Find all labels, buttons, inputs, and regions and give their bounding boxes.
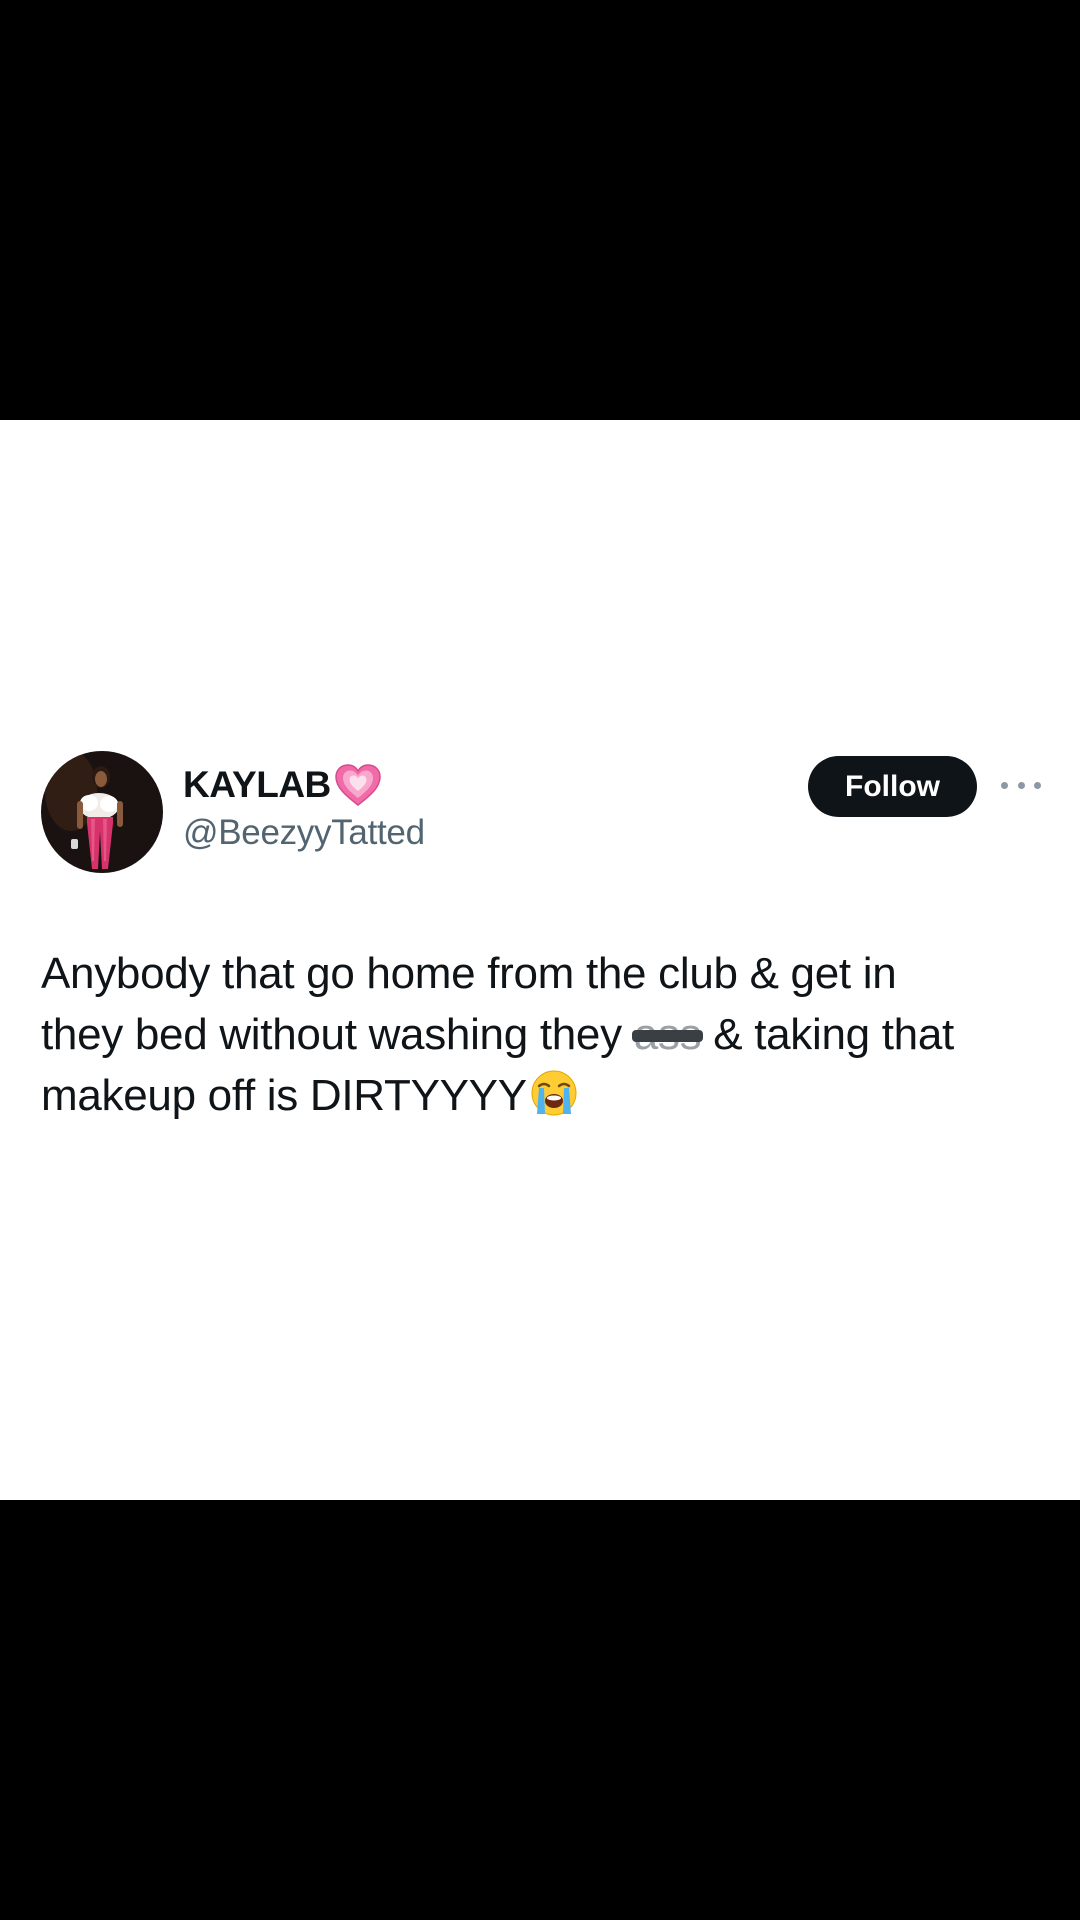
tweet-text-segment: makeup off is DIRTYYYY bbox=[41, 1071, 527, 1120]
loudly-crying-face-icon bbox=[531, 1070, 577, 1116]
tweet-text-segment: they bed without washing they bbox=[41, 1010, 634, 1059]
tweet-card: KAYLAB @BeezyyTatted Follow Anybody that… bbox=[0, 420, 1080, 1500]
more-dot bbox=[1034, 781, 1041, 789]
more-dot bbox=[1001, 781, 1008, 789]
display-name-row[interactable]: KAYLAB bbox=[183, 757, 383, 813]
letterbox-top bbox=[0, 0, 1080, 420]
tweet-text-line: they bed without washing they ass & taki… bbox=[41, 1004, 1051, 1065]
more-options-icon[interactable] bbox=[1001, 770, 1041, 800]
tweet-text: Anybody that go home from the club & get… bbox=[41, 943, 1051, 1126]
user-handle[interactable]: @BeezyyTatted bbox=[183, 813, 425, 853]
growing-heart-icon bbox=[335, 764, 381, 806]
tweet-text-segment: & taking that bbox=[701, 1010, 954, 1059]
letterbox-bottom bbox=[0, 1500, 1080, 1920]
tweet-text-line: Anybody that go home from the club & get… bbox=[41, 949, 897, 998]
follow-button[interactable]: Follow bbox=[808, 756, 977, 817]
censored-word: ass bbox=[631, 1004, 704, 1065]
avatar[interactable] bbox=[41, 751, 163, 873]
tweet-text-line: makeup off is DIRTYYYY bbox=[41, 1065, 1051, 1126]
profile-photo bbox=[41, 751, 163, 873]
more-dot bbox=[1017, 781, 1025, 789]
censor-bar bbox=[631, 1030, 704, 1042]
display-name[interactable]: KAYLAB bbox=[183, 764, 331, 806]
